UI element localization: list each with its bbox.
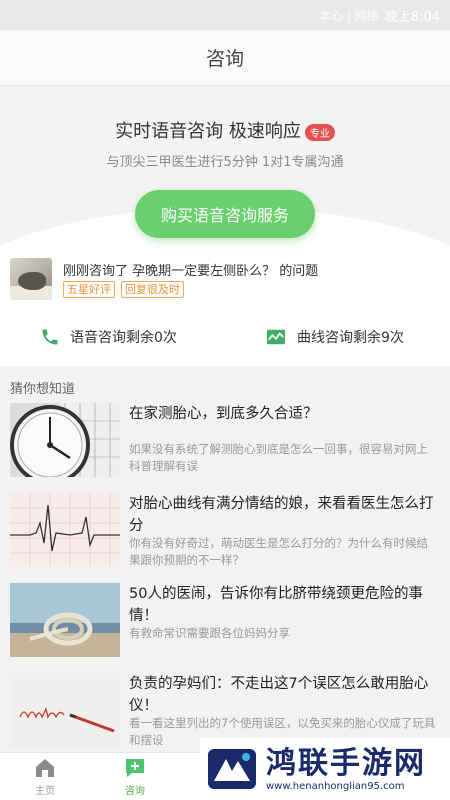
article-thumb-clock bbox=[10, 403, 120, 477]
tab-consult[interactable]: 咨询 bbox=[90, 753, 180, 800]
badge-quick-reply: 回复很及时 bbox=[121, 281, 184, 298]
watermark-name: 鸿联手游网 bbox=[266, 745, 426, 781]
hero-headline: 实时语音咨询 极速响应 专业 bbox=[0, 117, 450, 143]
tab-home[interactable]: 主页 bbox=[0, 753, 90, 800]
article-thumb-mistake bbox=[10, 673, 120, 747]
buy-voice-consult-button[interactable]: 购买语音咨询服务 bbox=[135, 190, 315, 238]
nav-bar: 咨询 bbox=[0, 30, 450, 86]
tab-consult-label: 咨询 bbox=[125, 786, 145, 797]
article-item[interactable]: 在家测胎心，到底多久合适？ 如果没有系统了解测胎心到底是怎么一回事，很容易对网上… bbox=[0, 397, 450, 483]
chat-plus-icon bbox=[126, 759, 144, 777]
chart-curve-icon bbox=[266, 329, 286, 345]
badge-five-star: 五星好评 bbox=[63, 281, 115, 298]
page-title: 咨询 bbox=[205, 48, 244, 70]
tab-home-label: 主页 bbox=[35, 786, 55, 797]
voice-consult-remaining[interactable]: 语音咨询剩余0次 bbox=[0, 315, 225, 359]
hero-headline-text: 实时语音咨询 极速响应 bbox=[115, 121, 301, 142]
status-carrier: 本心 | 网络 bbox=[319, 8, 379, 23]
recent-consult-text: 刚刚咨询了 孕晚期一定要左侧卧么？ 的问题 bbox=[63, 264, 319, 279]
consult-counters: 语音咨询剩余0次 曲线咨询剩余9次 bbox=[0, 315, 450, 359]
site-watermark: 鸿联手游网 www.henanhonglian95.com bbox=[200, 738, 450, 800]
article-desc: 有救命常识需要跟各位妈妈分享 bbox=[129, 626, 290, 640]
guess-section-title: 猜你想知道 bbox=[10, 382, 76, 397]
curve-consult-remaining[interactable]: 曲线咨询剩余9次 bbox=[225, 315, 450, 359]
home-icon bbox=[36, 759, 54, 777]
recent-badges: 五星好评 回复很及时 bbox=[63, 281, 184, 298]
article-item[interactable]: 对胎心曲线有满分情结的娘，来看看医生怎么打分 你有没有好奇过，萌动医生是怎么打分… bbox=[0, 487, 450, 573]
article-item[interactable]: 50人的医闹，告诉你有比脐带绕颈更危险的事情！ 有救命常识需要跟各位妈妈分享 bbox=[0, 577, 450, 663]
phone-icon bbox=[42, 329, 58, 345]
watermark-url: www.henanhonglian95.com bbox=[266, 780, 405, 792]
article-title: 50人的医闹，告诉你有比脐带绕颈更危险的事情！ bbox=[129, 586, 423, 624]
pro-tag: 专业 bbox=[304, 123, 335, 141]
article-title: 负责的孕妈们：不走出这7个误区怎么敢用胎心仪！ bbox=[129, 676, 429, 714]
article-thumb-rope bbox=[10, 583, 120, 657]
article-desc: 如果没有系统了解测胎心到底是怎么一回事，很容易对网上科普理解有误 bbox=[129, 442, 428, 473]
avatar bbox=[10, 258, 52, 300]
voice-consult-label: 语音咨询剩余0次 bbox=[70, 330, 177, 346]
article-thumb-heart-trace bbox=[10, 493, 120, 567]
status-time: 晚上8:04 bbox=[384, 9, 440, 25]
hero-subline: 与顶尖三甲医生进行5分钟 1对1专属沟通 bbox=[106, 155, 344, 170]
recent-consult[interactable]: 刚刚咨询了 孕晚期一定要左侧卧么？ 的问题 五星好评 回复很及时 bbox=[10, 256, 440, 302]
curve-consult-label: 曲线咨询剩余9次 bbox=[297, 330, 404, 346]
article-title: 在家测胎心，到底多久合适？ bbox=[129, 406, 318, 422]
status-bar: 本心 | 网络 晚上8:04 bbox=[0, 0, 450, 30]
article-title: 对胎心曲线有满分情结的娘，来看看医生怎么打分 bbox=[129, 496, 434, 534]
watermark-logo-icon bbox=[208, 749, 256, 789]
article-desc: 你有没有好奇过，萌动医生是怎么打分的？为什么有时候结果跟你预期的不一样？ bbox=[129, 536, 428, 567]
